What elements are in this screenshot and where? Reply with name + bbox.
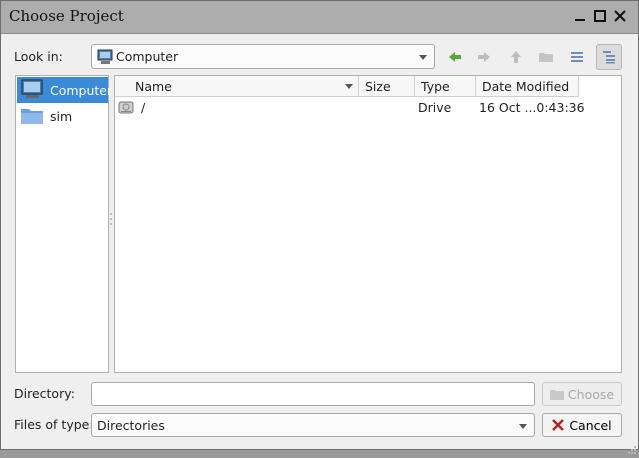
detail-view-button[interactable]: [596, 44, 622, 70]
minimize-icon: [575, 19, 585, 21]
back-button[interactable]: [443, 45, 467, 69]
cancel-icon: [552, 419, 565, 431]
column-header-date[interactable]: Date Modified: [476, 76, 579, 97]
folder-icon: [549, 390, 564, 400]
resize-grip[interactable]: [628, 439, 636, 454]
column-header-name[interactable]: Name: [115, 76, 359, 97]
window-title: Choose Project: [9, 7, 124, 25]
choose-project-dialog: Choose Project Look in: Computer Compute…: [0, 0, 639, 454]
close-button[interactable]: [613, 9, 627, 23]
parent-dir-button[interactable]: [504, 45, 528, 69]
arrow-left-icon: [449, 52, 461, 62]
maximize-icon: [594, 10, 606, 22]
new-folder-button[interactable]: [534, 45, 558, 69]
files-of-type-combo[interactable]: Directories: [91, 413, 535, 437]
splitter-handle[interactable]: [110, 211, 112, 231]
sort-down-icon: [345, 84, 353, 89]
look-in-value: Computer: [116, 49, 179, 64]
detail-view-icon: [603, 51, 615, 64]
files-of-type-value: Directories: [97, 418, 165, 433]
sidebar-item-label: sim: [50, 108, 73, 124]
choose-button[interactable]: Choose: [542, 382, 622, 406]
column-header-size[interactable]: Size: [359, 76, 415, 97]
file-date: 16 Oct ...0:43:36: [479, 100, 585, 115]
files-of-type-label: Files of type:: [14, 417, 94, 432]
arrow-right-icon: [478, 52, 490, 62]
forward-button[interactable]: [472, 45, 496, 69]
maximize-button[interactable]: [593, 9, 607, 23]
directory-input[interactable]: [91, 382, 535, 406]
table-row[interactable]: / Drive 16 Oct ...0:43:36: [115, 98, 621, 118]
close-icon: [614, 10, 626, 22]
look-in-combo[interactable]: Computer: [91, 44, 435, 69]
chevron-down-icon: [419, 55, 427, 60]
file-list: Name Size Type Date Modified / Drive 16 …: [114, 75, 622, 373]
cancel-button[interactable]: Cancel: [542, 413, 622, 437]
folder-icon: [539, 53, 553, 62]
chevron-down-icon: [519, 424, 527, 429]
computer-icon: [97, 49, 113, 68]
drive-icon: [118, 99, 134, 118]
list-view-button[interactable]: [565, 45, 589, 69]
file-name: /: [141, 100, 146, 115]
sidebar-item-sim[interactable]: sim: [17, 103, 108, 129]
sidebar-item-computer[interactable]: Computer: [17, 77, 112, 103]
places-sidebar: Computer sim: [15, 75, 112, 373]
column-header-type[interactable]: Type: [415, 76, 476, 97]
arrow-up-icon: [511, 51, 521, 63]
title-bar[interactable]: Choose Project: [1, 1, 638, 34]
folder-icon: [20, 104, 44, 129]
file-type: Drive: [418, 100, 452, 115]
minimize-button[interactable]: [573, 9, 587, 23]
list-view-icon: [571, 52, 583, 62]
computer-icon: [20, 78, 44, 103]
sidebar-item-label: Computer: [50, 82, 113, 98]
look-in-label: Look in:: [14, 49, 63, 64]
directory-label: Directory:: [14, 386, 75, 401]
